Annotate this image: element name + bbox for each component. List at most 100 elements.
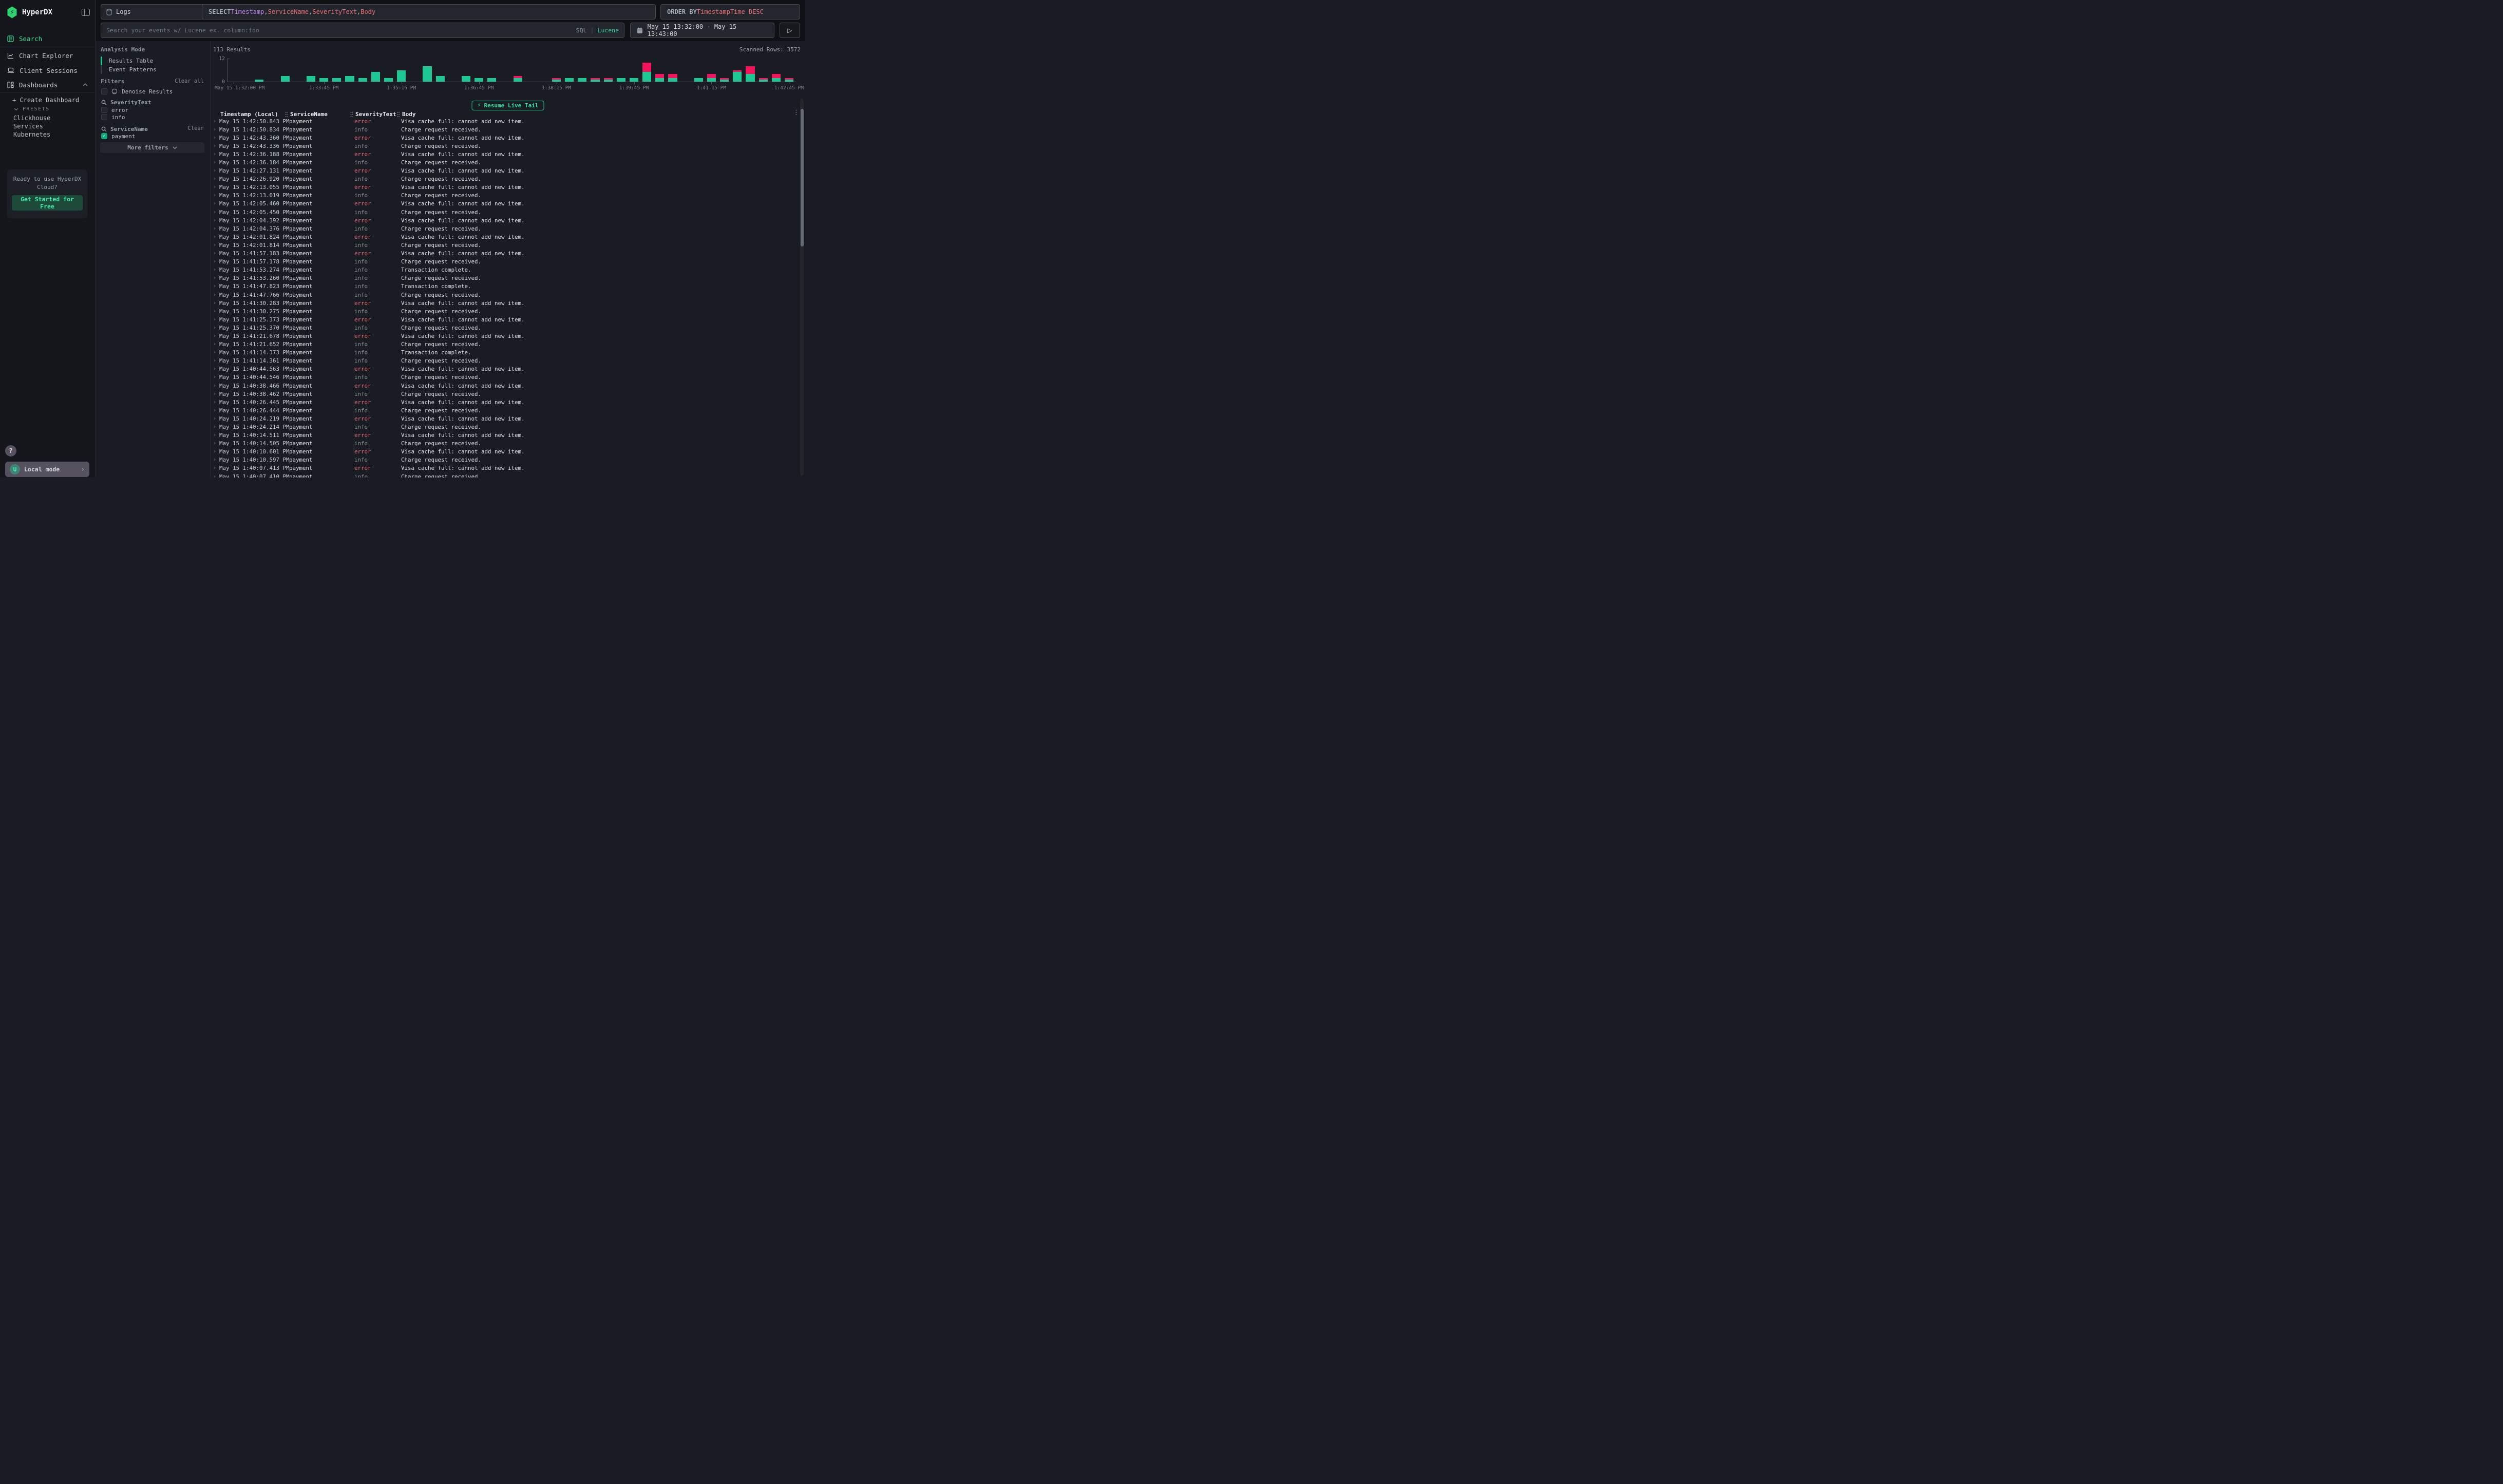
histogram-bar[interactable] [565,78,574,82]
log-row[interactable]: ›May 15 1:41:14.373 PMpaymentinfoTransac… [212,349,793,357]
filter-option-payment[interactable]: ✓ payment [101,132,135,140]
histogram-bar[interactable] [591,78,599,82]
row-expand-icon[interactable]: › [212,251,219,256]
row-expand-icon[interactable]: › [212,193,219,198]
log-row[interactable]: ›May 15 1:42:05.460 PMpaymenterrorVisa c… [212,200,793,208]
help-button[interactable]: ? [5,445,16,456]
log-row[interactable]: ›May 15 1:40:07.413 PMpaymenterrorVisa c… [212,464,793,472]
log-row[interactable]: ›May 15 1:42:43.336 PMpaymentinfoCharge … [212,142,793,150]
row-expand-icon[interactable]: › [212,151,219,157]
info-checkbox[interactable] [101,114,107,120]
mode-results-table[interactable]: Results Table [109,56,153,65]
log-row[interactable]: ›May 15 1:41:25.370 PMpaymentinfoCharge … [212,324,793,332]
row-expand-icon[interactable]: › [212,374,219,380]
log-row[interactable]: ›May 15 1:41:21.678 PMpaymenterrorVisa c… [212,332,793,340]
row-expand-icon[interactable]: › [212,127,219,132]
clear-all-filters-button[interactable]: Clear all [175,78,204,84]
log-row[interactable]: ›May 15 1:42:04.376 PMpaymentinfoCharge … [212,224,793,233]
presets-toggle[interactable]: PRESETS [14,106,50,112]
sql-toggle[interactable]: SQL [576,27,587,34]
log-row[interactable]: ›May 15 1:41:21.652 PMpaymentinfoCharge … [212,340,793,349]
row-expand-icon[interactable]: › [212,160,219,165]
histogram-bar[interactable] [655,74,664,82]
log-row[interactable]: ›May 15 1:42:13.055 PMpaymenterrorVisa c… [212,183,793,192]
histogram-bar[interactable] [255,80,263,82]
local-mode-button[interactable]: U Local mode › [5,462,89,477]
lucene-toggle[interactable]: Lucene [597,27,619,34]
histogram-bar[interactable] [436,76,445,82]
histogram-bar[interactable] [720,78,729,82]
row-expand-icon[interactable]: › [212,135,219,141]
sidebar-item-chart-explorer[interactable]: Chart Explorer [0,48,95,63]
log-row[interactable]: ›May 15 1:41:57.183 PMpaymenterrorVisa c… [212,250,793,258]
log-row[interactable]: ›May 15 1:40:24.214 PMpaymentinfoCharge … [212,423,793,431]
histogram-bar[interactable] [694,78,703,82]
row-expand-icon[interactable]: › [212,416,219,422]
log-row[interactable]: ›May 15 1:40:07.410 PMpaymentinfoCharge … [212,472,793,478]
log-row[interactable]: ›May 15 1:42:50.843 PMpaymenterrorVisa c… [212,117,793,125]
histogram-bar[interactable] [307,76,315,82]
histogram-bar[interactable] [759,78,768,82]
date-range-picker[interactable]: May 15 13:32:00 - May 15 13:43:00 [630,23,774,38]
row-expand-icon[interactable]: › [212,350,219,355]
row-expand-icon[interactable]: › [212,391,219,397]
sidebar-collapse-icon[interactable] [82,9,90,16]
sidebar-item-clickhouse[interactable]: Clickhouse [13,115,50,123]
histogram-bar[interactable] [475,78,483,82]
search-input[interactable] [106,27,573,34]
log-row[interactable]: ›May 15 1:42:05.450 PMpaymentinfoCharge … [212,208,793,216]
histogram-bar[interactable] [487,78,496,82]
log-row[interactable]: ›May 15 1:40:38.462 PMpaymentinfoCharge … [212,390,793,398]
log-row[interactable]: ›May 15 1:40:10.601 PMpaymenterrorVisa c… [212,448,793,456]
histogram-bar[interactable] [642,63,651,82]
row-expand-icon[interactable]: › [212,226,219,232]
histogram-bar[interactable] [281,76,290,82]
row-expand-icon[interactable]: › [212,218,219,223]
log-row[interactable]: ›May 15 1:41:25.373 PMpaymenterrorVisa c… [212,315,793,324]
row-expand-icon[interactable]: › [212,358,219,364]
log-row[interactable]: ›May 15 1:40:26.445 PMpaymenterrorVisa c… [212,398,793,406]
denoise-checkbox[interactable] [101,88,107,94]
run-query-button[interactable]: ▷ [780,23,800,38]
histogram-bar[interactable] [707,74,716,82]
row-expand-icon[interactable]: › [212,184,219,190]
row-expand-icon[interactable]: › [212,457,219,463]
filter-option-info[interactable]: info [101,113,125,121]
row-expand-icon[interactable]: › [212,210,219,215]
chevron-up-icon[interactable] [83,83,88,86]
histogram-bar[interactable] [746,66,754,82]
mode-event-patterns[interactable]: Event Patterns [109,65,157,74]
get-started-button[interactable]: Get Started for Free [12,195,83,211]
orderby-clause-input[interactable]: ORDER BY TimestampTime DESC [660,4,800,20]
denoise-results-option[interactable]: Denoise Results [101,88,173,95]
log-row[interactable]: ›May 15 1:42:43.360 PMpaymenterrorVisa c… [212,134,793,142]
log-row[interactable]: ›May 15 1:40:14.511 PMpaymenterrorVisa c… [212,431,793,440]
log-row[interactable]: ›May 15 1:40:38.466 PMpaymenterrorVisa c… [212,382,793,390]
create-dashboard-button[interactable]: + Create Dashboard [12,97,79,104]
log-row[interactable]: ›May 15 1:41:47.823 PMpaymentinfoTransac… [212,282,793,291]
histogram-bar[interactable] [578,78,586,82]
row-expand-icon[interactable]: › [212,242,219,248]
row-expand-icon[interactable]: › [212,383,219,389]
histogram-bar[interactable] [423,66,431,82]
log-row[interactable]: ›May 15 1:42:36.188 PMpaymenterrorVisa c… [212,150,793,158]
histogram-bar[interactable] [358,78,367,82]
histogram-bar[interactable] [552,78,561,82]
log-row[interactable]: ›May 15 1:42:26.920 PMpaymentinfoCharge … [212,175,793,183]
row-expand-icon[interactable]: › [212,259,219,264]
row-expand-icon[interactable]: › [212,300,219,306]
row-expand-icon[interactable]: › [212,474,219,478]
histogram-bar[interactable] [733,70,742,82]
resume-live-tail-button[interactable]: ⚡ Resume Live Tail [472,101,544,110]
filter-group-servicename[interactable]: ServiceName [101,125,148,132]
histogram-bar[interactable] [514,76,522,82]
log-row[interactable]: ›May 15 1:41:47.766 PMpaymentinfoCharge … [212,291,793,299]
log-row[interactable]: ›May 15 1:40:44.546 PMpaymentinfoCharge … [212,373,793,382]
row-expand-icon[interactable]: › [212,234,219,240]
sidebar-item-kubernetes[interactable]: Kubernetes [13,131,50,139]
histogram-bar[interactable] [772,74,781,82]
row-expand-icon[interactable]: › [212,366,219,372]
error-checkbox[interactable] [101,107,107,113]
row-expand-icon[interactable]: › [212,309,219,314]
log-row[interactable]: ›May 15 1:41:30.283 PMpaymenterrorVisa c… [212,299,793,307]
